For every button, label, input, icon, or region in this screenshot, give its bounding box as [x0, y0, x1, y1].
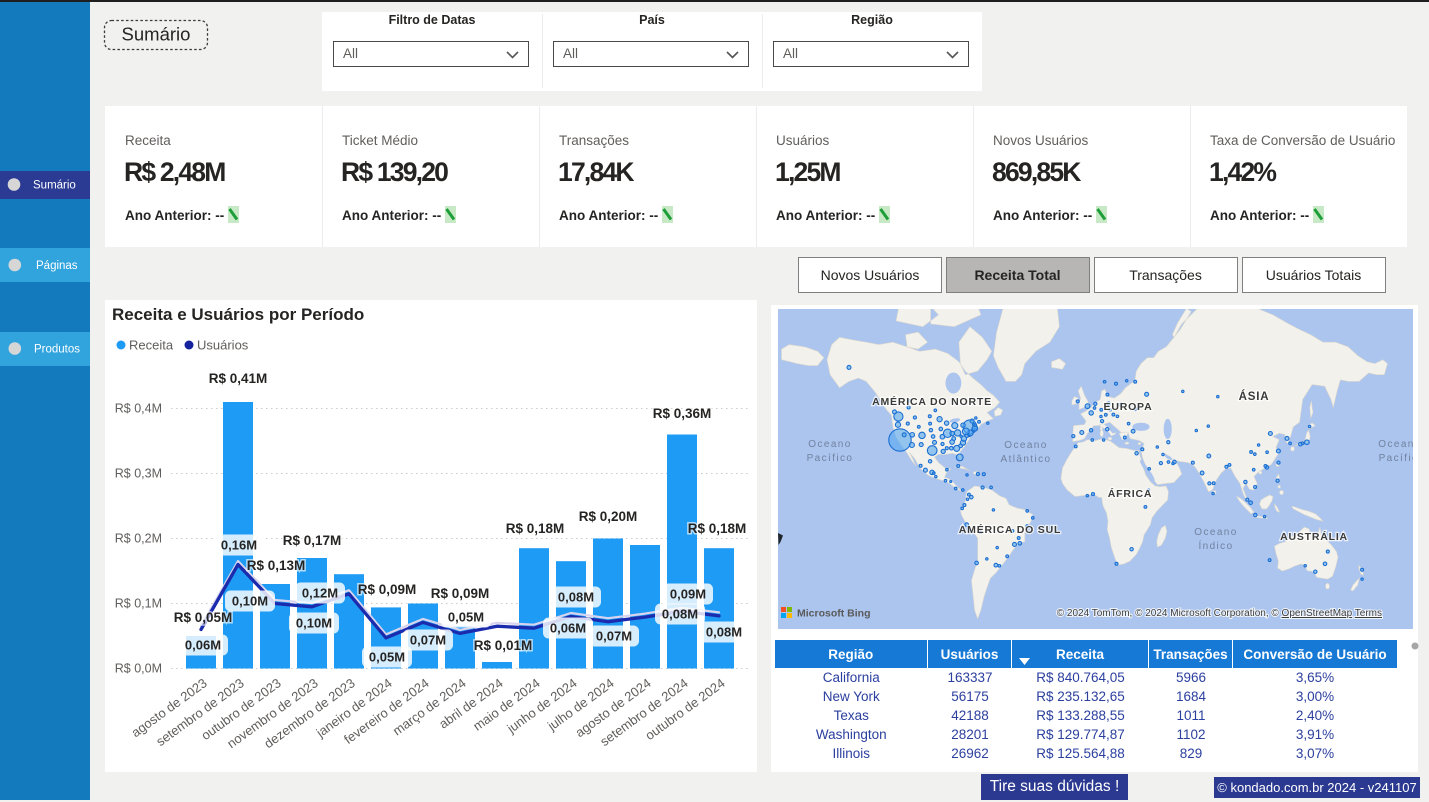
- svg-text:Índico: Índico: [1198, 539, 1233, 552]
- svg-text:AMÉRICA DO NORTE: AMÉRICA DO NORTE: [872, 395, 992, 408]
- svg-text:Atlântico: Atlântico: [1001, 454, 1052, 465]
- svg-text:EUROPA: EUROPA: [1104, 401, 1153, 413]
- svg-text:0,10M: 0,10M: [232, 594, 268, 609]
- svg-text:0,12M: 0,12M: [302, 586, 338, 601]
- svg-text:Pacífico: Pacífico: [1379, 453, 1413, 464]
- svg-text:Oceano: Oceano: [1378, 439, 1413, 450]
- svg-text:0,05M: 0,05M: [448, 610, 484, 625]
- svg-text:R$ 0,09M: R$ 0,09M: [358, 582, 417, 597]
- svg-text:R$ 0,05M: R$ 0,05M: [174, 610, 233, 625]
- svg-text:0,10M: 0,10M: [296, 616, 332, 631]
- svg-text:0,08M: 0,08M: [558, 590, 594, 605]
- svg-text:0,06M: 0,06M: [185, 638, 221, 653]
- svg-text:Oceano: Oceano: [1194, 527, 1237, 538]
- svg-text:R$ 0,1M: R$ 0,1M: [115, 597, 162, 611]
- svg-text:R$ 0,20M: R$ 0,20M: [579, 509, 638, 524]
- svg-text:R$ 0,4M: R$ 0,4M: [115, 402, 162, 416]
- svg-text:R$ 0,18M: R$ 0,18M: [688, 521, 747, 536]
- svg-text:Receita e Usuários por Período: Receita e Usuários por Período: [112, 305, 364, 324]
- svg-text:© 2024 TomTom, © 2024 Microsof: © 2024 TomTom, © 2024 Microsoft Corporat…: [1057, 608, 1382, 619]
- svg-text:ÁFRICA: ÁFRICA: [1108, 487, 1152, 500]
- svg-text:0,09M: 0,09M: [670, 587, 706, 602]
- svg-text:Páginas: Páginas: [36, 260, 78, 272]
- svg-text:0,16M: 0,16M: [221, 538, 257, 553]
- svg-text:R$ 0,01M: R$ 0,01M: [474, 638, 533, 653]
- svg-text:R$ 0,13M: R$ 0,13M: [247, 558, 306, 573]
- svg-text:0,07M: 0,07M: [410, 633, 446, 648]
- svg-text:ÁSIA: ÁSIA: [1239, 390, 1270, 403]
- svg-text:R$ 0,3M: R$ 0,3M: [115, 467, 162, 481]
- svg-text:0,08M: 0,08M: [706, 625, 742, 640]
- svg-text:Sumário: Sumário: [33, 180, 76, 192]
- svg-text:Microsoft Bing: Microsoft Bing: [797, 608, 871, 620]
- svg-text:Sumário: Sumário: [122, 24, 191, 45]
- svg-text:Oceano: Oceano: [808, 439, 851, 450]
- svg-text:Pacífico: Pacífico: [807, 453, 854, 464]
- svg-text:AMÉRICA DO SUL: AMÉRICA DO SUL: [959, 523, 1061, 536]
- svg-text:AUSTRÁLIA: AUSTRÁLIA: [1280, 530, 1348, 543]
- svg-text:0,05M: 0,05M: [369, 650, 405, 665]
- svg-text:R$ 0,17M: R$ 0,17M: [283, 533, 342, 548]
- svg-text:0,07M: 0,07M: [596, 629, 632, 644]
- svg-text:R$ 0,36M: R$ 0,36M: [653, 406, 712, 421]
- svg-text:R$ 0,2M: R$ 0,2M: [115, 532, 162, 546]
- svg-text:Produtos: Produtos: [34, 344, 80, 356]
- svg-text:0,06M: 0,06M: [550, 621, 586, 636]
- svg-text:0,08M: 0,08M: [662, 607, 698, 622]
- svg-text:Usuários: Usuários: [197, 338, 249, 353]
- svg-text:R$ 0,41M: R$ 0,41M: [209, 371, 268, 386]
- svg-text:Receita: Receita: [129, 338, 174, 353]
- svg-text:R$ 0,09M: R$ 0,09M: [431, 586, 490, 601]
- svg-text:R$ 0,18M: R$ 0,18M: [506, 521, 565, 536]
- svg-text:R$ 0,0M: R$ 0,0M: [115, 662, 162, 676]
- svg-text:Oceano: Oceano: [1004, 440, 1047, 451]
